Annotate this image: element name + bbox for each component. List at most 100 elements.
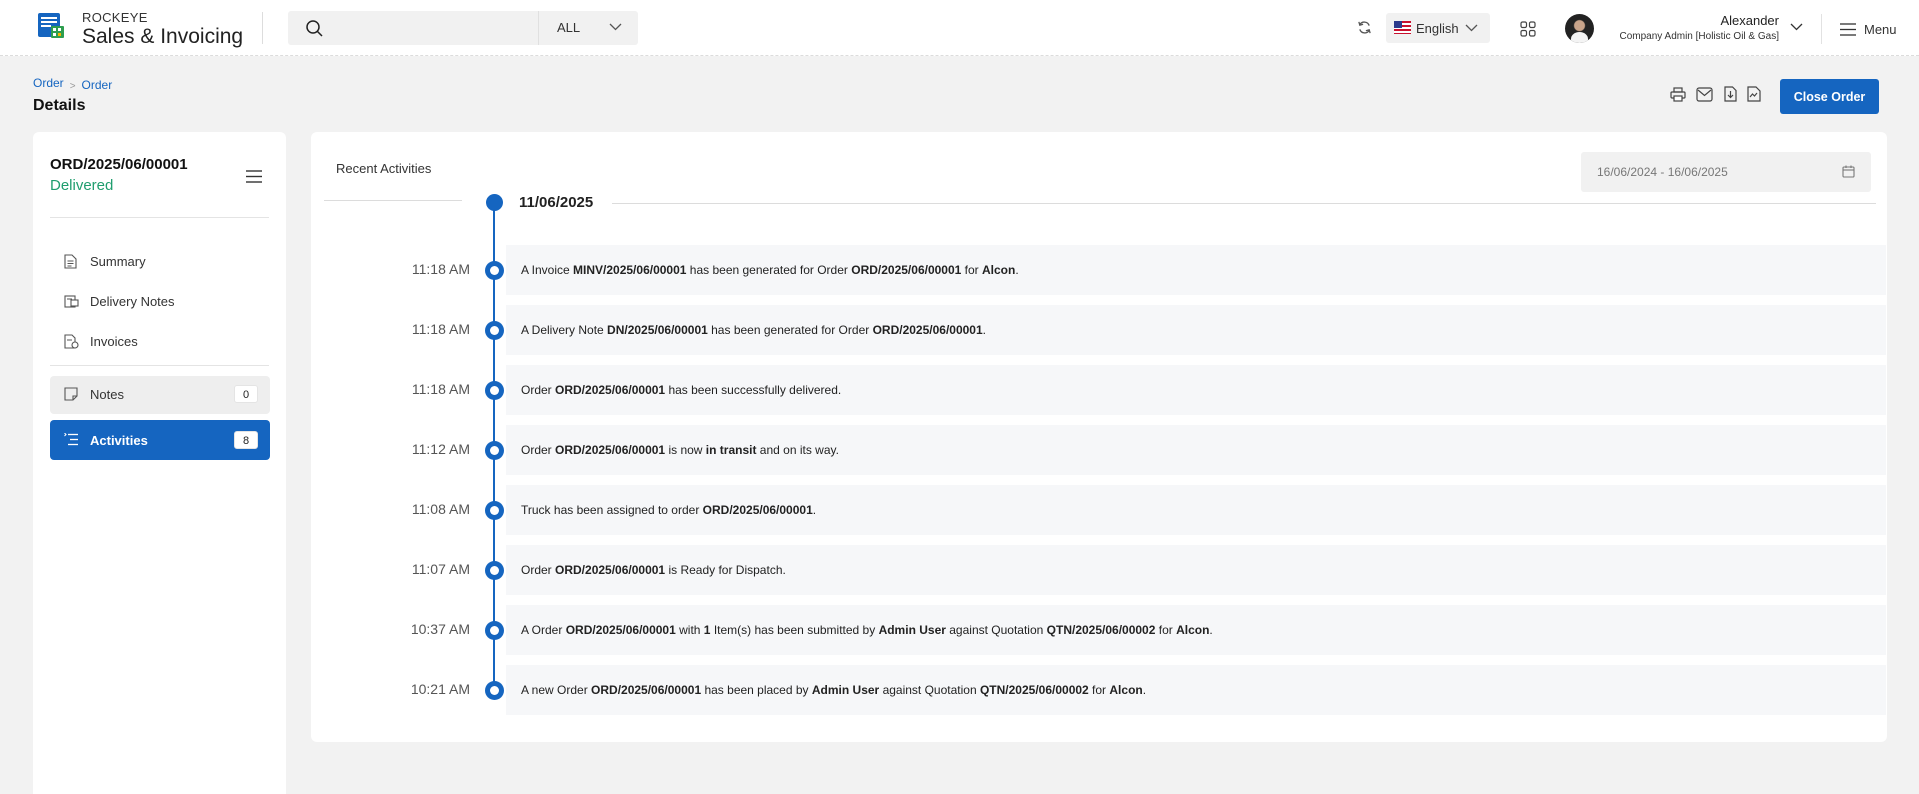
activity-message: A Order ORD/2025/06/00001 with 1 Item(s)… [521,623,1213,637]
activity-highlight: in transit [705,443,757,457]
activity-text: Truck has been assigned to order [521,503,703,517]
activity-text: with [675,623,704,637]
activity-message: Truck has been assigned to order ORD/202… [521,503,816,517]
apps-grid-icon[interactable] [1520,21,1536,37]
activity-text: Order [521,443,556,457]
divider [324,200,462,201]
close-order-button[interactable]: Close Order [1780,79,1879,114]
activity-text: is now [665,443,706,457]
breadcrumb-root[interactable]: Order [33,76,64,90]
document-icon [64,254,77,269]
date-range-value: 16/06/2024 - 16/06/2025 [1597,165,1728,179]
timeline-dot [485,561,504,580]
activity-message: Order ORD/2025/06/00001 is now in transi… [521,443,839,457]
activity-row: 10:37 AM A Order ORD/2025/06/00001 with 1… [324,605,1886,655]
activity-highlight: Alcon [1109,683,1143,697]
notes-count-badge: 0 [234,385,258,403]
email-icon[interactable] [1696,86,1714,107]
activity-text: for [961,263,982,277]
order-status: Delivered [50,177,114,194]
note-icon [64,387,78,401]
sidebar-item-label: Invoices [90,334,138,349]
hamburger-icon[interactable] [246,170,262,183]
sidebar-item-summary[interactable]: Summary [50,243,270,279]
activity-highlight: ORD/2025/06/00001 [555,383,666,397]
timeline-date-dot [486,194,503,211]
activity-highlight: ORD/2025/06/00001 [591,683,702,697]
activity-row: 11:18 AM A Invoice MINV/2025/06/00001 has… [324,245,1886,295]
menu-button[interactable]: Menu [1840,21,1897,37]
activity-highlight: QTN/2025/06/00002 [979,683,1089,697]
chevron-down-icon[interactable] [1790,23,1803,31]
divider [50,217,269,218]
activity-list-icon [64,433,78,446]
top-bar: ROCKEYE Sales & Invoicing ALL English Al… [0,0,1919,56]
print-icon[interactable] [1670,86,1686,107]
activity-text: for [1155,623,1177,637]
activity-text: against Quotation [879,683,980,697]
activity-text: A Invoice [521,263,574,277]
activity-highlight: Admin User [811,683,880,697]
activity-text: Order [521,563,556,577]
brand-name: ROCKEYE Sales & Invoicing [82,11,243,47]
activity-time: 11:18 AM [411,261,470,277]
timeline-dot [485,681,504,700]
order-sidebar: ORD/2025/06/00001 Delivered Summary Deli… [33,132,286,794]
app-logo-icon[interactable] [36,10,66,40]
activity-row: 10:21 AM A new Order ORD/2025/06/00001 ha… [324,665,1886,715]
activity-message: A Delivery Note DN/2025/06/00001 has bee… [521,323,986,337]
activity-text: against Quotation [945,623,1047,637]
activity-message: Order ORD/2025/06/00001 has been success… [521,383,841,397]
user-info[interactable]: Alexander Company Admin [Holistic Oil & … [1620,13,1780,43]
refresh-icon[interactable] [1357,20,1372,35]
download-pdf-icon[interactable] [1724,86,1737,107]
timeline-dot [485,621,504,640]
activity-text: has been placed by [701,683,812,697]
activity-time: 11:07 AM [411,561,470,577]
search-scope-value: ALL [557,20,581,35]
order-id: ORD/2025/06/00001 [50,156,188,173]
activity-message: A Invoice MINV/2025/06/00001 has been ge… [521,263,1019,277]
invoice-icon [64,334,79,349]
language-select[interactable]: English [1386,13,1490,43]
chevron-down-icon [1465,24,1478,32]
activity-time: 11:18 AM [411,321,470,337]
chevron-down-icon [609,23,622,31]
hamburger-icon [1840,23,1856,36]
sidebar-item-delivery-notes[interactable]: Delivery Notes [50,283,270,319]
activity-text: . [1142,683,1147,697]
date-range-picker[interactable]: 16/06/2024 - 16/06/2025 [1581,152,1871,192]
activity-time: 11:12 AM [411,441,470,457]
language-label: English [1416,21,1459,36]
timeline-dot [485,321,504,340]
user-name: Alexander [1720,13,1779,28]
divider [50,365,269,366]
calendar-icon [1842,165,1855,178]
activity-highlight: DN/2025/06/00001 [607,323,708,337]
breadcrumb-current[interactable]: Order [82,78,113,92]
sidebar-item-notes[interactable]: Notes 0 [50,376,270,414]
activity-highlight: Alcon [982,263,1016,277]
sidebar-item-activities[interactable]: Activities 8 [50,420,270,460]
search-scope-select[interactable]: ALL [538,11,638,45]
activity-highlight: Alcon [1176,623,1210,637]
activity-time: 10:21 AM [410,681,470,697]
activity-text: . [1209,623,1213,637]
activity-time: 11:18 AM [411,381,470,397]
sidebar-item-label: Activities [90,433,148,448]
export-document-icon[interactable] [1747,86,1761,107]
action-icons [1670,86,1767,107]
activity-row: 11:07 AM Order ORD/2025/06/00001 is Ready… [324,545,1886,595]
activities-count-badge: 8 [234,431,258,449]
search-input[interactable] [288,11,538,45]
sidebar-item-invoices[interactable]: Invoices [50,323,270,359]
breadcrumb-separator: > [69,81,76,92]
activity-row: 11:08 AM Truck has been assigned to order… [324,485,1886,535]
timeline-date: 11/06/2025 [519,194,594,211]
activity-highlight: ORD/2025/06/00001 [555,443,666,457]
avatar[interactable] [1565,14,1594,43]
activity-text: and on its way. [756,443,839,457]
timeline-dot [485,381,504,400]
search-icon [306,20,323,37]
timeline-dot [485,501,504,520]
